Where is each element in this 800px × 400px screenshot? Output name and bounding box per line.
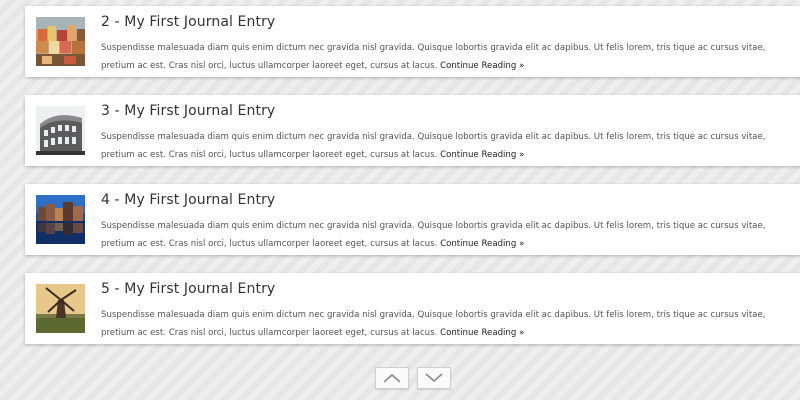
entry-excerpt-text: Suspendisse malesuada diam quis enim dic…	[101, 132, 766, 160]
journal-entry: 5 - My First Journal Entry Suspendisse m…	[25, 273, 800, 344]
entry-title[interactable]: 3 - My First Journal Entry	[101, 103, 275, 119]
continue-reading-link[interactable]: Continue Reading »	[440, 61, 524, 71]
entry-title[interactable]: 2 - My First Journal Entry	[101, 14, 275, 30]
pagination	[375, 367, 451, 389]
entry-excerpt: Suspendisse malesuada diam quis enim dic…	[101, 39, 781, 75]
entry-title[interactable]: 4 - My First Journal Entry	[101, 192, 275, 208]
canal-houses-photo-icon[interactable]	[36, 195, 85, 244]
chevron-down-icon	[424, 369, 444, 388]
continue-reading-link[interactable]: Continue Reading »	[440, 239, 524, 249]
continue-reading-link[interactable]: Continue Reading »	[440, 150, 524, 160]
entry-title[interactable]: 5 - My First Journal Entry	[101, 281, 275, 297]
chevron-up-icon	[382, 369, 402, 388]
journal-entry: 2 - My First Journal Entry Suspendisse m…	[25, 6, 800, 77]
entry-excerpt: Suspendisse malesuada diam quis enim dic…	[101, 128, 781, 164]
journal-entry: 3 - My First Journal Entry Suspendisse m…	[25, 95, 800, 166]
journal-entry: 4 - My First Journal Entry Suspendisse m…	[25, 184, 800, 255]
entry-excerpt-text: Suspendisse malesuada diam quis enim dic…	[101, 43, 766, 71]
continue-reading-link[interactable]: Continue Reading »	[440, 328, 524, 338]
colosseum-photo-icon[interactable]	[36, 106, 85, 155]
entry-excerpt-text: Suspendisse malesuada diam quis enim dic…	[101, 221, 766, 249]
entry-excerpt: Suspendisse malesuada diam quis enim dic…	[101, 306, 781, 342]
entry-excerpt: Suspendisse malesuada diam quis enim dic…	[101, 217, 781, 253]
windmill-photo-icon[interactable]	[36, 284, 85, 333]
next-page-button[interactable]	[417, 367, 451, 389]
journal-entry-list: 2 - My First Journal Entry Suspendisse m…	[25, 6, 800, 362]
village-photo-icon[interactable]	[36, 17, 85, 66]
previous-page-button[interactable]	[375, 367, 409, 389]
entry-excerpt-text: Suspendisse malesuada diam quis enim dic…	[101, 310, 766, 338]
